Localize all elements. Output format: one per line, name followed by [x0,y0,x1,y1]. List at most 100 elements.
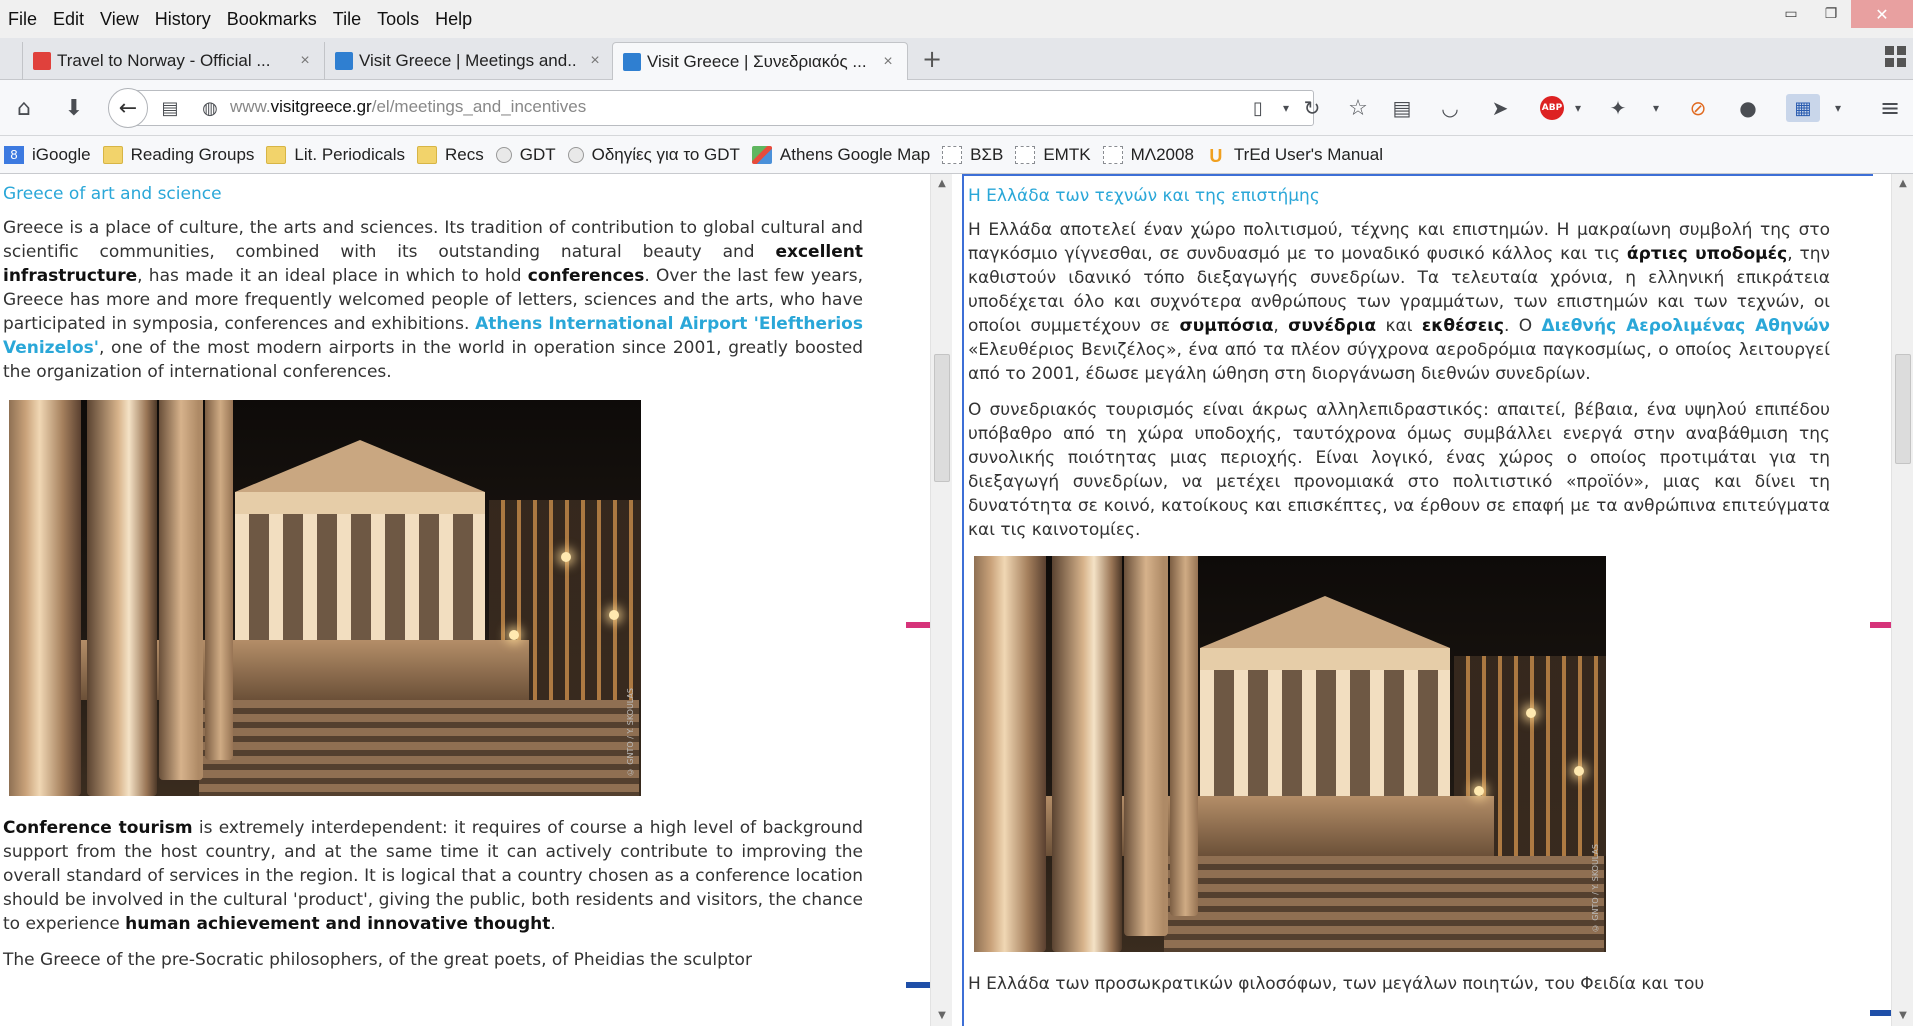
bookmark-label: Recs [444,144,484,164]
reload-icon[interactable]: ↻ [1298,94,1326,122]
back-arrow-icon: ← [118,95,138,121]
visitgreece-favicon-icon [335,52,353,70]
new-tab-button[interactable]: + [916,42,948,76]
reader-view-icon[interactable]: ▯ [1244,94,1272,122]
tab-travel-norway[interactable]: Travel to Norway - Official ... × [22,42,324,80]
menu-help[interactable]: Help [427,9,480,30]
url-text[interactable]: www.visitgreece.gr/el/meetings_and_incen… [230,97,586,117]
tab-groups-icon[interactable] [1885,46,1909,70]
url-path: /el/meetings_and_incentives [371,97,587,116]
tab-close-icon[interactable]: × [586,52,604,70]
window-controls: ▭ ❐ ✕ [1771,0,1913,34]
bookmark-label: TrEd User's Manual [1233,144,1383,164]
scroll-thumb[interactable] [934,354,950,482]
globe-icon [567,146,584,163]
tab-visit-greece-meetings[interactable]: Visit Greece | Meetings and... × [324,42,614,80]
bookmark-ml2008[interactable]: ΜΛ2008 [1102,144,1194,165]
photo-credit: © GNTO / Y. SKOULAS [1591,843,1600,932]
block-icon[interactable]: ⊘ [1684,94,1712,122]
left-article: Greece of art and science Greece is a pl… [3,174,863,972]
menu-tools[interactable]: Tools [369,9,427,30]
bookmark-star-icon[interactable]: ☆ [1344,94,1372,122]
airport-link[interactable]: Διεθνής Αερολιμένας Αθηνών [1542,316,1831,336]
tab-close-icon[interactable]: × [879,53,897,71]
folder-icon [102,145,123,164]
menu-view[interactable]: View [92,9,147,30]
scroll-down-icon[interactable]: ▼ [931,1006,953,1026]
menu-bar: File Edit View History Bookmarks Tile To… [0,0,1913,38]
bookmark-label: EMTK [1043,144,1091,164]
send-icon[interactable]: ➤ [1486,94,1514,122]
close-window-button[interactable]: ✕ [1851,0,1913,28]
hamburger-menu-icon[interactable]: ≡ [1876,94,1904,122]
tile-dropdown-icon[interactable]: ▾ [1824,94,1852,122]
download-icon[interactable]: ⬇ [60,94,88,122]
folder-icon [416,145,437,164]
adblock-icon[interactable]: ABP [1538,94,1566,122]
bookmark-igoogle[interactable]: 8 iGoogle [4,145,91,165]
back-button[interactable]: ← [108,88,148,128]
academy-of-athens-photo: © GNTO / Y. SKOULAS [9,400,641,796]
left-vertical-scrollbar[interactable]: ▲ ▼ [930,174,952,1026]
site-identity-icon[interactable]: ◍ [196,94,224,122]
extension-dropdown-icon[interactable]: ▾ [1642,94,1670,122]
page-info-icon[interactable]: ▤ [156,94,184,122]
bookmarks-list-icon[interactable]: ▤ [1388,94,1416,122]
paragraph-1: Greece is a place of culture, the arts a… [3,218,863,382]
tile-view-icon[interactable]: ▦ [1786,94,1820,122]
tab-label: Travel to Norway - Official ... [57,51,271,70]
menu-edit[interactable]: Edit [45,9,92,30]
extension-icon[interactable]: ✦ [1604,94,1632,122]
left-content-pane[interactable]: Greece of art and science Greece is a pl… [0,174,930,1026]
tab-close-icon[interactable]: × [296,52,314,70]
page-icon [1015,145,1036,164]
map-icon [751,145,772,164]
bookmark-vsv[interactable]: ΒΣΒ [942,145,1003,165]
bookmark-label: Οδηγίες για το GDT [591,144,740,164]
minimize-button[interactable]: ▭ [1771,0,1811,28]
menu-file[interactable]: File [0,9,45,30]
bookmark-recs[interactable]: Recs [416,144,484,165]
menu-bookmarks[interactable]: Bookmarks [219,9,325,30]
google-icon: 8 [4,145,24,164]
bookmarks-bar: 8 iGoogle Reading Groups Lit. Periodicals… [0,136,1913,174]
scroll-down-icon[interactable]: ▼ [1892,1006,1913,1026]
adblock-dropdown-icon[interactable]: ▾ [1564,94,1592,122]
globe-icon [495,146,512,163]
bookmark-label: Lit. Periodicals [294,144,405,164]
tab-visit-greece-el[interactable]: Visit Greece | Συνεδριακός ... × [612,42,908,80]
paragraph-2: Conference tourism is extremely interdep… [3,818,863,934]
scroll-thumb[interactable] [1895,354,1911,464]
bookmark-athens-map[interactable]: Athens Google Map [751,144,931,165]
search-marker-blue [906,982,930,988]
chat-icon[interactable]: ● [1734,94,1762,122]
dropdown-icon[interactable]: ▾ [1272,94,1300,122]
scroll-up-icon[interactable]: ▲ [1892,174,1913,194]
paragraph-2: Ο συνεδριακός τουρισμός είναι άκρως αλλη… [968,400,1830,540]
section-title: Η Ελλάδα των τεχνών και της επιστήμης [968,186,1320,206]
bookmark-lit-periodicals[interactable]: Lit. Periodicals [266,145,405,165]
bookmark-label: Athens Google Map [779,144,931,164]
pocket-icon[interactable]: ◡ [1436,94,1464,122]
url-prefix: www. [230,97,271,116]
bookmark-label: ΒΣΒ [970,144,1004,164]
bookmark-gdt[interactable]: GDT [495,145,556,165]
paragraph-3: Η Ελλάδα των προσωκρατικών φιλοσόφων, τω… [968,974,1705,994]
right-vertical-scrollbar[interactable]: ▲ ▼ [1891,174,1913,1026]
restore-button[interactable]: ❐ [1811,0,1851,28]
paragraph-3: The Greece of the pre-Socratic philosoph… [3,950,752,970]
tab-label: Visit Greece | Meetings and... [359,51,578,70]
home-icon[interactable]: ⌂ [10,94,38,122]
menu-tile[interactable]: Tile [325,9,369,30]
page-icon [942,145,963,164]
bookmark-tred-manual[interactable]: U TrEd User's Manual [1206,144,1383,166]
bookmark-label: ΜΛ2008 [1130,144,1194,164]
bookmark-gdt-guide[interactable]: Οδηγίες για το GDT [567,144,740,165]
bookmark-emtk[interactable]: EMTK [1015,144,1091,165]
norway-favicon-icon [33,52,51,70]
right-content-pane[interactable]: Η Ελλάδα των τεχνών και της επιστήμης Η … [962,174,1873,1026]
bookmark-reading-groups[interactable]: Reading Groups [102,145,254,165]
scroll-up-icon[interactable]: ▲ [931,174,953,194]
menu-history[interactable]: History [147,9,219,30]
tab-strip: Travel to Norway - Official ... × Visit … [0,38,1913,80]
